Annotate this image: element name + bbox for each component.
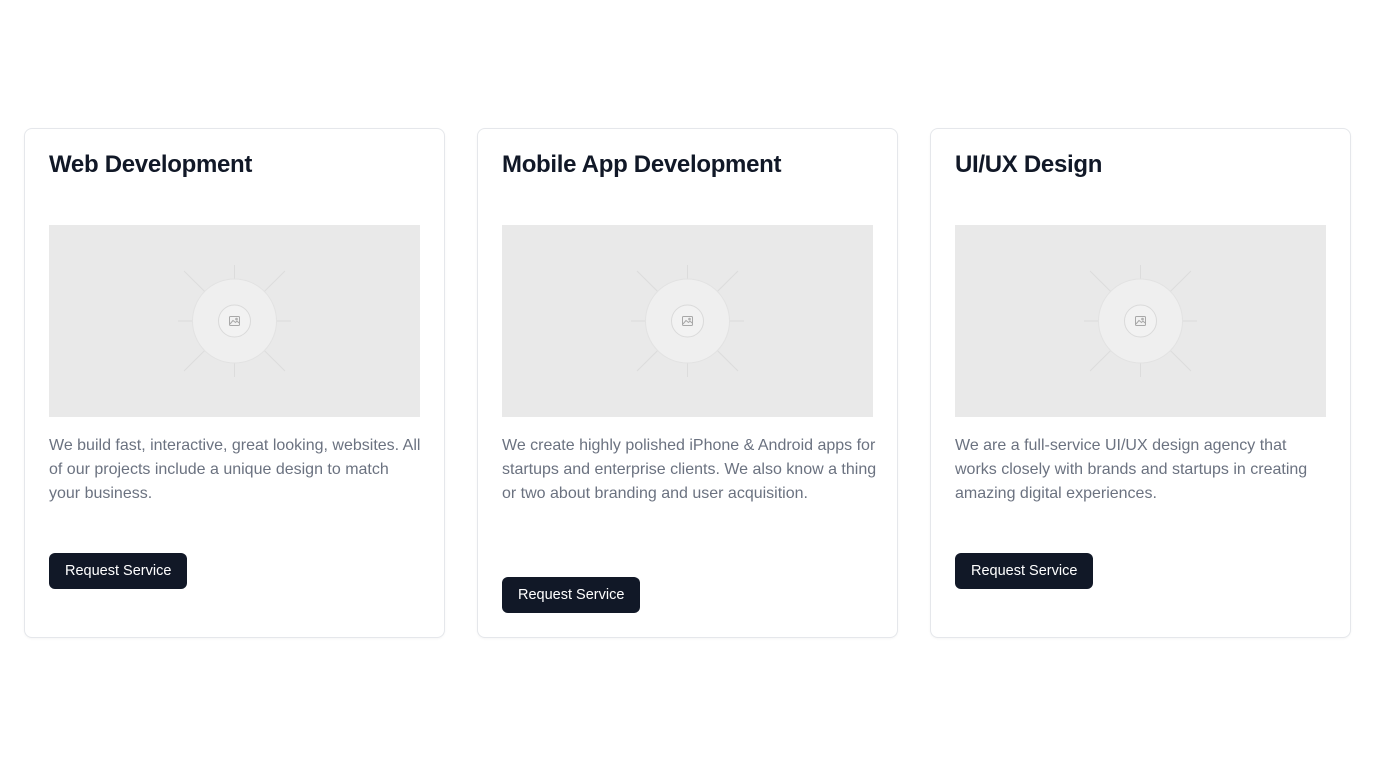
image-placeholder-icon xyxy=(631,265,744,377)
card-description: We create highly polished iPhone & Andro… xyxy=(502,437,877,502)
request-service-button[interactable]: Request Service xyxy=(49,553,188,589)
card-title: UI/UX Design xyxy=(955,151,1103,178)
card-description: We are a full-service UI/UX design agenc… xyxy=(955,437,1308,502)
services-grid: Web Development We build fast, interacti… xyxy=(24,128,1352,638)
card-title: Web Development xyxy=(49,151,253,178)
image-placeholder-icon xyxy=(1084,265,1197,377)
image-placeholder xyxy=(955,225,1326,417)
card-title: Mobile App Development xyxy=(502,151,782,178)
service-card-web-development: Web Development We build fast, interacti… xyxy=(24,128,445,638)
service-card-ui-ux-design: UI/UX Design We are a full-service UI/UX xyxy=(930,128,1351,638)
image-placeholder-icon xyxy=(178,265,291,377)
image-placeholder xyxy=(49,225,420,417)
request-service-button[interactable]: Request Service xyxy=(502,577,641,613)
service-card-mobile-app-development: Mobile App Development We create highly … xyxy=(477,128,898,638)
request-service-button[interactable]: Request Service xyxy=(955,553,1094,589)
image-placeholder xyxy=(502,225,873,417)
card-description: We build fast, interactive, great lookin… xyxy=(49,437,421,502)
